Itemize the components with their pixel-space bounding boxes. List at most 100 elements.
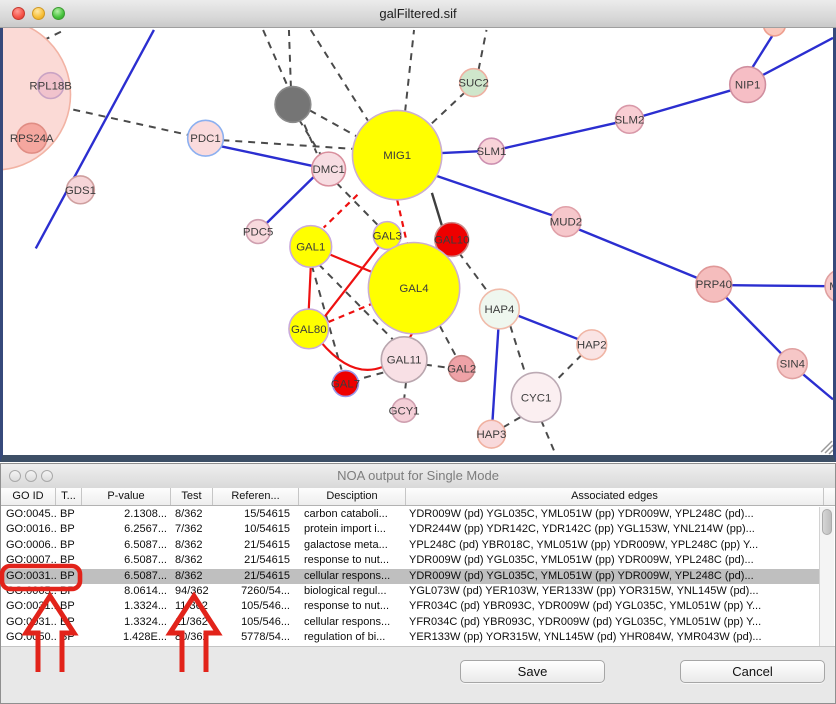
edge	[432, 193, 443, 229]
network-canvas[interactable]: RPL18BRPS24AGDS1PDC1DMC1MIG1SUC2SLM1SLM2…	[3, 28, 833, 455]
table-cell: response to nut...	[299, 553, 406, 568]
nodes-layer: RPL18BRPS24AGDS1PDC1DMC1MIG1SUC2SLM1SLM2…	[3, 28, 833, 448]
edge	[725, 296, 783, 355]
table-cell: 94/362	[171, 584, 213, 599]
table-cell: 8/362	[171, 538, 213, 553]
edge	[504, 122, 618, 148]
table-cell: 2.1308...	[82, 507, 171, 522]
node-label-SUC2: SUC2	[458, 78, 488, 90]
table-cell: GO:0031...	[1, 615, 56, 630]
table-cell: GO:0006...	[1, 538, 56, 553]
table-cell: 5778/54...	[213, 630, 299, 645]
edge	[264, 173, 318, 226]
edge	[459, 252, 490, 294]
table-row[interactable]: GO:0050...BP1.428E...80/3625778/54...reg…	[1, 630, 819, 645]
node-label-HAP2: HAP2	[577, 340, 607, 352]
node-label-MUD2: MUD2	[550, 217, 582, 229]
column-header-t[interactable]: T...	[56, 488, 82, 505]
noa-window-title: NOA output for Single Mode	[1, 468, 835, 483]
table-cell: 6.5087...	[82, 553, 171, 568]
cancel-button[interactable]: Cancel	[680, 660, 825, 683]
node-top-partial[interactable]	[764, 28, 786, 36]
table-cell: GO:0031...	[1, 569, 56, 584]
edge	[310, 110, 357, 136]
table-cell: BP	[56, 522, 82, 537]
node-label-GAL3: GAL3	[373, 231, 402, 243]
table-cell: YFR034C (pd) YBR093C, YDR009W (pd) YGL03…	[406, 599, 819, 614]
edge	[577, 229, 698, 279]
edge	[321, 342, 384, 370]
node-label-GAL1: GAL1	[296, 241, 325, 253]
table-cell: 7260/54...	[213, 584, 299, 599]
node-label-RPS24A: RPS24A	[10, 133, 54, 145]
table-cell: YER133W (pp) YOR315W, YNL145W (pd) YHR08…	[406, 630, 819, 645]
node-label-GDS1: GDS1	[65, 185, 96, 197]
table-row[interactable]: GO:0007...BP6.5087...8/36221/54615respon…	[1, 553, 819, 568]
node-label-HAP3: HAP3	[477, 429, 507, 441]
edge	[220, 146, 317, 167]
table-cell: BP	[56, 599, 82, 614]
column-header-pvalue[interactable]: P-value	[82, 488, 171, 505]
column-header-referen[interactable]: Referen...	[213, 488, 299, 505]
edge	[492, 328, 498, 421]
node-label-SIN4: SIN4	[780, 359, 806, 371]
edge	[752, 34, 774, 69]
table-cell: biological regul...	[299, 584, 406, 599]
table-cell: 6.5087...	[82, 569, 171, 584]
table-row[interactable]: GO:0065...BP8.0614...94/3627260/54...bio…	[1, 584, 819, 599]
edge	[516, 315, 580, 340]
table-cell: YDR009W (pd) YGL035C, YML051W (pp) YDR00…	[406, 569, 819, 584]
table-cell: galactose meta...	[299, 538, 406, 553]
column-header-desciption[interactable]: Desciption	[299, 488, 406, 505]
table-row[interactable]: GO:0031...BP6.5087...8/36221/54615cellul…	[1, 569, 819, 584]
node-label-DMC1: DMC1	[312, 164, 344, 176]
table-cell: 1.3324...	[82, 599, 171, 614]
edge	[641, 90, 733, 117]
node-label-NIP1: NIP1	[735, 80, 760, 92]
noa-titlebar[interactable]: NOA output for Single Mode	[1, 464, 835, 489]
table-cell: YDR244W (pp) YDR142C, YDR142C (pp) YGL15…	[406, 522, 819, 537]
edge	[289, 30, 291, 88]
table-cell: 8.0614...	[82, 584, 171, 599]
node-label-GAL2: GAL2	[447, 364, 476, 376]
node-label-RPL18B: RPL18B	[29, 81, 71, 93]
table-cell: 11/362	[171, 599, 213, 614]
edge	[553, 355, 582, 384]
edge	[437, 176, 556, 217]
column-header-test[interactable]: Test	[171, 488, 213, 505]
scrollbar-thumb[interactable]	[822, 509, 832, 535]
node-label-PDC1: PDC1	[190, 133, 220, 145]
edge	[441, 151, 481, 153]
table-cell: YFR034C (pd) YBR093C, YDR009W (pd) YGL03…	[406, 615, 819, 630]
node-label-MIG1: MIG1	[383, 150, 411, 162]
table-cell: cellular respons...	[299, 569, 406, 584]
table-cell: BP	[56, 553, 82, 568]
table-row[interactable]: GO:0031...BP1.3324...11/362105/546...cel…	[1, 615, 819, 630]
table-cell: GO:0065...	[1, 584, 56, 599]
edge	[440, 326, 457, 358]
save-button[interactable]: Save	[460, 660, 605, 683]
resize-grip-icon[interactable]	[821, 441, 833, 454]
table-cell: YPL248C (pd) YBR018C, YML051W (pp) YDR00…	[406, 538, 819, 553]
table-cell: 1.428E...	[82, 630, 171, 645]
table-row[interactable]: GO:0031...BP1.3324...11/362105/546...res…	[1, 599, 819, 614]
table-row[interactable]: GO:0006...BP6.5087...8/36221/54615galact…	[1, 538, 819, 553]
column-header-associatededges[interactable]: Associated edges	[406, 488, 824, 505]
table-cell: response to nut...	[299, 599, 406, 614]
table-row[interactable]: GO:0045...BP2.1308...8/36215/54615carbon…	[1, 507, 819, 522]
column-header-goid[interactable]: GO ID	[1, 488, 56, 505]
table-cell: GO:0031...	[1, 599, 56, 614]
table-cell: protein import i...	[299, 522, 406, 537]
network-window: galFiltered.sif RPL18B RPS24A GDS1 PDC1 DMC1…	[0, 0, 836, 462]
table-cell: cellular respons...	[299, 615, 406, 630]
node-label-SLM1: SLM1	[477, 146, 507, 158]
node-label-GAL10: GAL10	[434, 234, 470, 246]
vertical-scrollbar[interactable]	[819, 507, 834, 646]
table-cell: 8/362	[171, 507, 213, 522]
table-row[interactable]: GO:0016...BP6.2567...7/36210/54615protei…	[1, 522, 819, 537]
edge	[503, 417, 520, 427]
node-label-GAL4: GAL4	[399, 283, 429, 295]
table-cell: 6.5087...	[82, 538, 171, 553]
node-gray-node[interactable]	[275, 87, 311, 123]
network-titlebar[interactable]: galFiltered.sif	[0, 0, 836, 28]
